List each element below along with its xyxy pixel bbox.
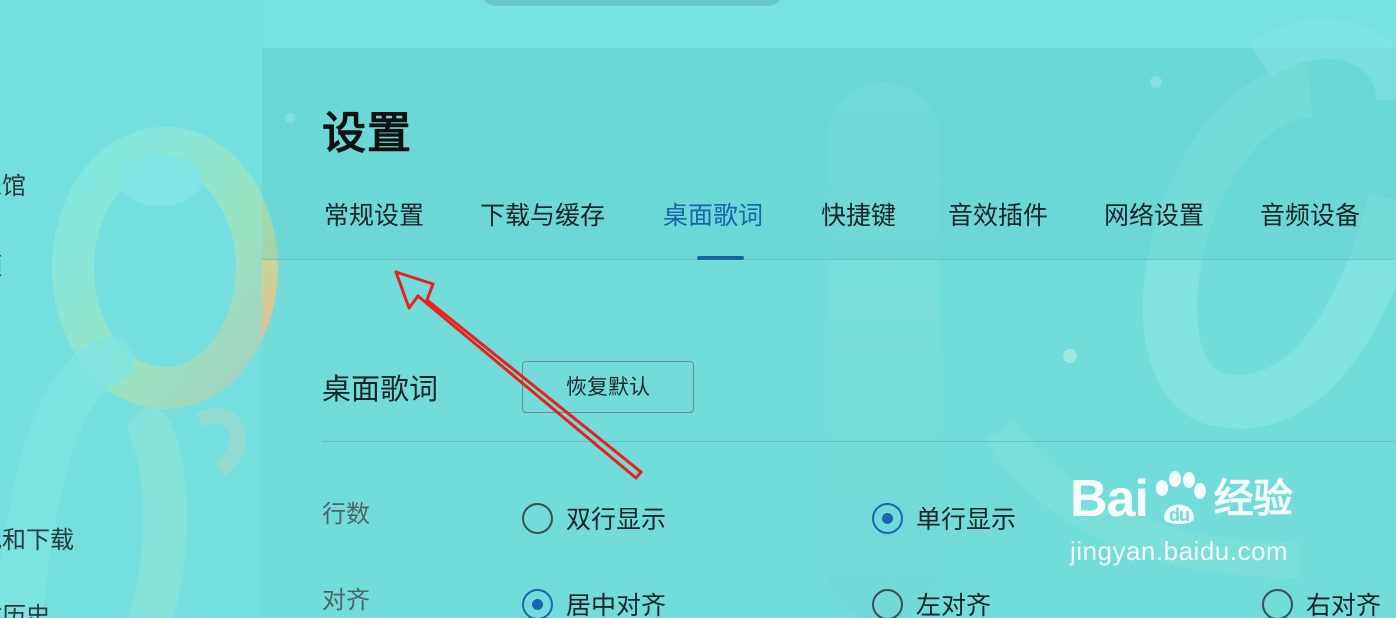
watermark-jingyan: 经验: [1213, 476, 1293, 522]
tab-audio-device[interactable]: 音频设备: [1260, 196, 1360, 232]
restore-defaults-button[interactable]: 恢复默认: [522, 361, 694, 413]
baidu-jingyan-watermark: Bai du u 经验 jingyan.baidu.com: [1070, 470, 1293, 567]
watermark-brand: Bai du u 经验: [1070, 470, 1293, 528]
left-sidebar: 乐 乐馆 频 台 乐 地和下载 放历史: [0, 0, 262, 618]
top-bar: [262, 0, 1396, 48]
radio-label: 单行显示: [916, 505, 1017, 534]
watermark-brand-left: Bai: [1070, 470, 1149, 528]
radio-circle-icon: [872, 588, 903, 618]
radio-label: 居中对齐: [566, 591, 667, 618]
radio-label: 右对齐: [1306, 591, 1382, 618]
settings-tabs: 常规设置 下载与缓存 桌面歌词 快捷键 音效插件 网络设置 音频设备: [0, 196, 1396, 260]
radio-label: 双行显示: [566, 505, 667, 534]
page-title: 设置: [322, 108, 412, 159]
section-title: 桌面歌词: [322, 372, 439, 406]
radio-single-line[interactable]: 单行显示: [872, 500, 1016, 536]
radio-double-line[interactable]: 双行显示: [522, 500, 666, 536]
search-box[interactable]: [482, 0, 782, 6]
radio-align-right[interactable]: 右对齐: [1262, 586, 1381, 618]
radio-align-center[interactable]: 居中对齐: [522, 586, 666, 618]
tab-shortcuts[interactable]: 快捷键: [821, 196, 896, 232]
radio-circle-icon: [522, 502, 553, 534]
lines-option-label: 行数: [322, 500, 370, 528]
radio-circle-icon: [1262, 588, 1293, 618]
section-divider: [322, 441, 1396, 442]
svg-text:du: du: [1169, 505, 1189, 525]
radio-label: 左对齐: [916, 591, 992, 618]
tab-general-settings[interactable]: 常规设置: [324, 196, 424, 232]
sidebar-item-radio[interactable]: 台: [0, 326, 2, 361]
tab-network-settings[interactable]: 网络设置: [1104, 196, 1204, 232]
radio-align-left[interactable]: 左对齐: [872, 586, 991, 618]
tab-download-cache[interactable]: 下载与缓存: [480, 196, 605, 232]
radio-checked-icon: [522, 588, 553, 618]
tab-divider: [262, 259, 1396, 260]
tab-desktop-lyrics[interactable]: 桌面歌词: [663, 196, 763, 232]
baidu-paw-icon: du: [1155, 471, 1206, 525]
sidebar-item-play-history[interactable]: 放历史: [0, 596, 50, 618]
radio-checked-icon: [872, 502, 903, 534]
tab-audio-plugins[interactable]: 音效插件: [948, 196, 1048, 232]
sidebar-item-local-downloads[interactable]: 地和下载: [0, 520, 74, 555]
align-option-label: 对齐: [322, 586, 370, 614]
watermark-url: jingyan.baidu.com: [1070, 536, 1289, 566]
